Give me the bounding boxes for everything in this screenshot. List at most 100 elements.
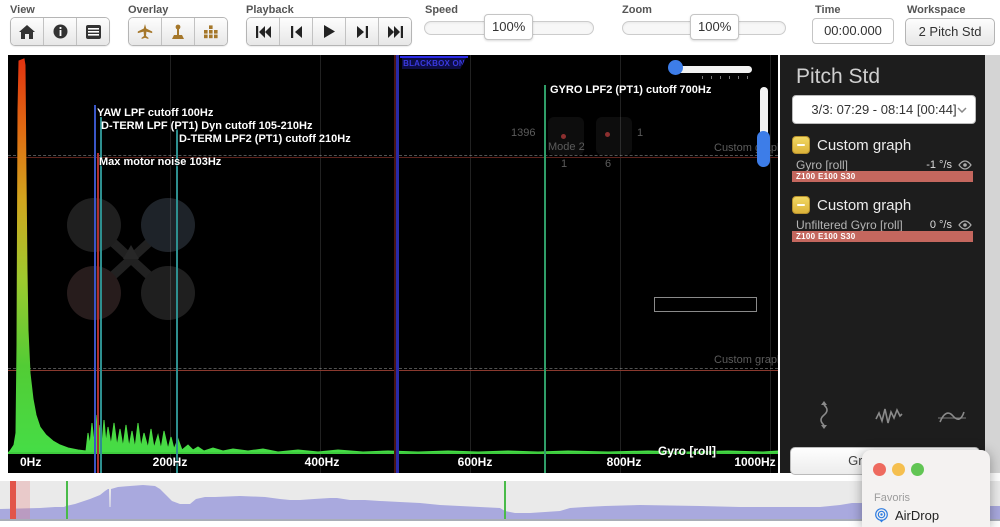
sticks-overlay-button[interactable] bbox=[162, 18, 195, 45]
trace-label: Gyro [roll] bbox=[658, 444, 716, 458]
custom-graph-title-2: Custom graph bbox=[817, 197, 911, 214]
slider-tick bbox=[720, 76, 721, 79]
log-info-button[interactable] bbox=[44, 18, 77, 45]
sticks-icon bbox=[170, 24, 186, 40]
minimize-window-button[interactable] bbox=[892, 463, 905, 476]
collapse-graph-button[interactable] bbox=[792, 136, 810, 154]
skip-to-end-button[interactable] bbox=[379, 18, 411, 45]
vertical-zoom-slider-handle[interactable] bbox=[757, 131, 770, 167]
overlay-group-label: Overlay bbox=[128, 4, 168, 16]
step-forward-button[interactable] bbox=[346, 18, 379, 45]
sidebar-item-airdrop[interactable]: AirDrop bbox=[874, 508, 939, 523]
axis-tick-0hz: 0Hz bbox=[20, 455, 41, 469]
slider-tick bbox=[747, 76, 748, 79]
finder-window[interactable]: Favoris AirDrop bbox=[862, 450, 990, 527]
slider-tick bbox=[729, 76, 730, 79]
step-forward-icon bbox=[357, 26, 368, 38]
axis-tick-1000hz: 1000Hz bbox=[734, 455, 775, 469]
maximize-window-button[interactable] bbox=[911, 463, 924, 476]
view-button-group bbox=[10, 17, 110, 46]
seek-event-marker-1 bbox=[66, 481, 68, 519]
log-select-dropdown[interactable]: 3/3: 07:29 - 08:14 [00:44] bbox=[792, 95, 976, 124]
smoothing-badge-2: Z100 E100 S30 bbox=[792, 231, 973, 242]
field-name: Unfiltered Gyro [roll] bbox=[796, 218, 903, 232]
craft-icon bbox=[137, 24, 153, 40]
log-fields-button[interactable] bbox=[77, 18, 109, 45]
step-back-button[interactable] bbox=[280, 18, 313, 45]
blackbox-explorer-window: View Overlay Playback bbox=[0, 0, 1000, 527]
axis-tick-800hz: 800Hz bbox=[607, 455, 642, 469]
slider-tick bbox=[711, 76, 712, 79]
stick-box-right bbox=[596, 117, 632, 155]
info-icon bbox=[53, 24, 68, 39]
airdrop-label: AirDrop bbox=[895, 508, 939, 523]
stick-right-num: 1 bbox=[637, 127, 643, 139]
axis-tick-400hz: 400Hz bbox=[305, 455, 340, 469]
visibility-eye-icon[interactable] bbox=[958, 160, 972, 170]
value-outline-box bbox=[654, 297, 757, 312]
minus-icon bbox=[797, 144, 805, 146]
dterm-lpf2-cutoff-line bbox=[176, 129, 178, 473]
dterm-dyn-cutoff-line bbox=[100, 117, 102, 473]
overlay-button-group bbox=[128, 17, 228, 46]
motor-noise-label: Max motor noise 103Hz bbox=[99, 156, 221, 168]
stick-bl-num: 1 bbox=[561, 158, 567, 170]
speed-slider-value[interactable]: 100% bbox=[484, 14, 533, 40]
seek-selection-tint bbox=[16, 481, 30, 519]
play-icon bbox=[324, 25, 335, 38]
motor-noise-line bbox=[97, 153, 99, 473]
spectrum-chart[interactable]: BLACKBOX ON YAW LPF cutoff 100Hz D-TERM … bbox=[8, 55, 778, 473]
log-fields-icon bbox=[86, 25, 101, 39]
log-select-value: 3/3: 07:29 - 08:14 [00:44] bbox=[811, 102, 956, 117]
skip-to-start-button[interactable] bbox=[247, 18, 280, 45]
dterm-lpf2-label: D-TERM LPF2 (PT1) cutoff 210Hz bbox=[179, 133, 351, 145]
stick-dot-right bbox=[605, 132, 610, 137]
playback-button-group bbox=[246, 17, 412, 46]
seek-position-marker[interactable] bbox=[10, 481, 16, 519]
zoom-slider-value[interactable]: 100% bbox=[690, 14, 739, 40]
visibility-eye-icon[interactable] bbox=[958, 220, 972, 230]
time-group-label: Time bbox=[815, 4, 840, 16]
skip-end-icon bbox=[388, 26, 403, 38]
yaw-lpf-cutoff-line bbox=[94, 105, 96, 473]
home-view-button[interactable] bbox=[11, 18, 44, 45]
close-window-button[interactable] bbox=[873, 463, 886, 476]
event-marker-blue bbox=[396, 55, 399, 473]
blackbox-on-badge: BLACKBOX ON bbox=[402, 58, 466, 69]
stick-br-num: 6 bbox=[605, 158, 611, 170]
custom-graph-title-1: Custom graph bbox=[817, 137, 911, 154]
smoothed-signal-icon[interactable] bbox=[938, 407, 966, 427]
play-button[interactable] bbox=[313, 18, 346, 45]
view-group-label: View bbox=[10, 4, 35, 16]
zoom-group-label: Zoom bbox=[622, 4, 652, 16]
analyser-overlay-button[interactable] bbox=[195, 18, 227, 45]
chevron-down-icon bbox=[957, 107, 967, 113]
log-sidebar: Pitch Std 3/3: 07:29 - 08:14 [00:44] Cus… bbox=[780, 55, 985, 473]
home-icon bbox=[19, 25, 35, 39]
time-field[interactable]: 00:00.000 bbox=[812, 18, 894, 44]
favorites-section-label: Favoris bbox=[874, 492, 910, 504]
slider-tick bbox=[738, 76, 739, 79]
log-seekbar[interactable] bbox=[0, 481, 1000, 521]
craft-overlay-button[interactable] bbox=[129, 18, 162, 45]
field-row-unfiltered-gyro: Unfiltered Gyro [roll] 0 °/s bbox=[796, 218, 972, 232]
slider-tick bbox=[702, 76, 703, 79]
yaw-lpf-label: YAW LPF cutoff 100Hz bbox=[97, 107, 213, 119]
workspace-title: Pitch Std bbox=[796, 65, 880, 89]
airdrop-icon bbox=[874, 508, 889, 523]
speed-group-label: Speed bbox=[425, 4, 458, 16]
y-zoom-icon[interactable] bbox=[811, 401, 837, 429]
collapse-graph-button-2[interactable] bbox=[792, 196, 810, 214]
field-name: Gyro [roll] bbox=[796, 158, 848, 172]
toolbar: View Overlay Playback bbox=[0, 0, 1000, 50]
scroll-gutter bbox=[985, 55, 1000, 473]
custom-graph-header-1: Custom graph bbox=[792, 136, 911, 154]
dterm-lpf-label: D-TERM LPF (PT1) Dyn cutoff 105-210Hz bbox=[101, 120, 312, 132]
axis-tick-600hz: 600Hz bbox=[458, 455, 493, 469]
blackbox-flag-bar bbox=[400, 56, 468, 58]
horizontal-zoom-slider-handle[interactable] bbox=[668, 60, 683, 75]
seek-event-marker-2 bbox=[504, 481, 506, 519]
step-back-icon bbox=[291, 26, 302, 38]
workspace-button[interactable]: 2 Pitch Std bbox=[905, 18, 995, 46]
raw-signal-icon[interactable] bbox=[875, 405, 903, 427]
